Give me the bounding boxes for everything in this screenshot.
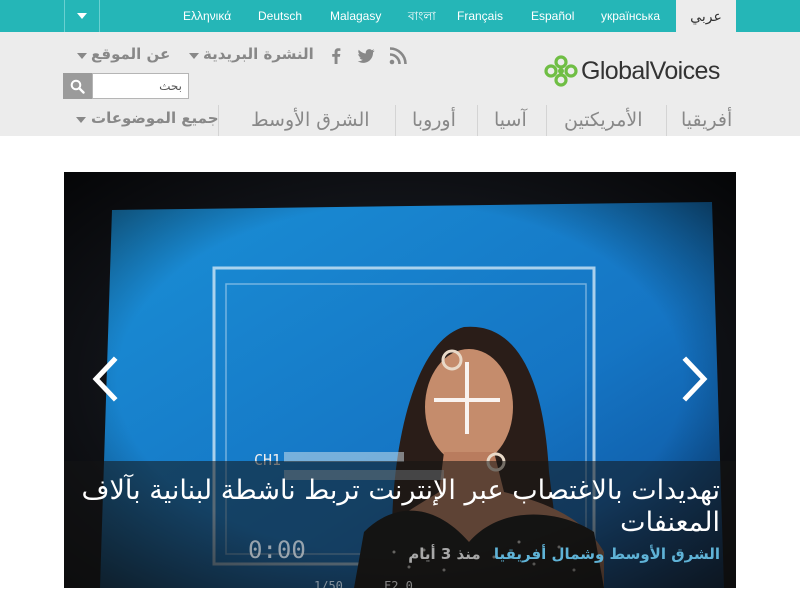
chevron-left-icon <box>92 356 118 402</box>
region-link-asia[interactable]: آسيا <box>494 105 527 136</box>
logo-wordmark: GlobalVoices <box>581 56 720 85</box>
search-form <box>63 73 189 99</box>
slider-next-button[interactable] <box>678 355 712 403</box>
nav-divider <box>546 105 547 136</box>
language-bar: Ελληνικά Deutsch Malagasy বাংলা Français… <box>0 0 800 32</box>
region-link-americas[interactable]: الأمريكتين <box>564 105 643 136</box>
search-icon <box>70 79 85 94</box>
all-topics-chevron-down-icon <box>76 117 86 123</box>
language-link-malagasy[interactable]: Malagasy <box>330 0 381 32</box>
all-topics-menu-link[interactable]: جميع الموضوعات <box>91 109 219 127</box>
language-link-ukrainian[interactable]: українська <box>601 0 660 32</box>
newsletter-menu-link[interactable]: النشرة البريدية <box>203 45 314 63</box>
chevron-right-icon <box>682 356 708 402</box>
region-link-africa[interactable]: أفريقيا <box>681 105 732 136</box>
twitter-icon[interactable] <box>356 46 376 66</box>
region-link-europe[interactable]: أوروبا <box>412 105 456 136</box>
language-link-german[interactable]: Deutsch <box>258 0 302 32</box>
about-menu-link[interactable]: عن الموقع <box>91 45 170 63</box>
about-chevron-down-icon <box>77 53 87 59</box>
language-link-french[interactable]: Français <box>457 0 503 32</box>
language-link-bengali[interactable]: বাংলা <box>408 0 436 32</box>
rss-icon[interactable] <box>388 46 408 66</box>
nav-divider <box>395 105 396 136</box>
facebook-icon[interactable] <box>326 46 346 66</box>
region-link-middle-east[interactable]: الشرق الأوسط <box>251 105 370 136</box>
language-link-spanish[interactable]: Español <box>531 0 574 32</box>
featured-story-caption: تهديدات بالاغتصاب عبر الإنترنت تربط ناشط… <box>64 461 736 588</box>
logo-mark-icon <box>544 55 578 87</box>
nav-divider <box>477 105 478 136</box>
camera-aperture-value: F2.0 <box>384 579 413 588</box>
slider-previous-button[interactable] <box>88 355 122 403</box>
search-input[interactable] <box>92 73 189 99</box>
search-button[interactable] <box>63 73 92 99</box>
featured-story-slider[interactable]: CH1 تهديدات بالاغتصاب عبر الإنترنت تربط … <box>64 172 736 588</box>
language-link-greek[interactable]: Ελληνικά <box>183 0 231 32</box>
camera-timecode: 0:00 <box>248 536 306 564</box>
newsletter-chevron-down-icon <box>189 53 199 59</box>
featured-story-meta: الشرق الأوسط وشمال أفريقيا منذ 3 أيام <box>80 545 720 563</box>
language-link-arabic-active[interactable]: عربي <box>676 0 736 32</box>
language-menu-toggle[interactable] <box>64 0 100 32</box>
featured-story-category-link[interactable]: الشرق الأوسط وشمال أفريقيا <box>494 545 720 563</box>
chevron-down-icon <box>77 13 87 19</box>
nav-divider <box>666 105 667 136</box>
featured-story-timestamp: منذ 3 أيام <box>408 545 481 563</box>
featured-story-headline[interactable]: تهديدات بالاغتصاب عبر الإنترنت تربط ناشط… <box>80 475 720 539</box>
site-header: GlobalVoices النشرة البريدية عن الموقع أ… <box>0 32 800 136</box>
global-voices-logo[interactable]: GlobalVoices <box>544 55 720 87</box>
camera-shutter-value: 1/50 <box>314 579 343 588</box>
